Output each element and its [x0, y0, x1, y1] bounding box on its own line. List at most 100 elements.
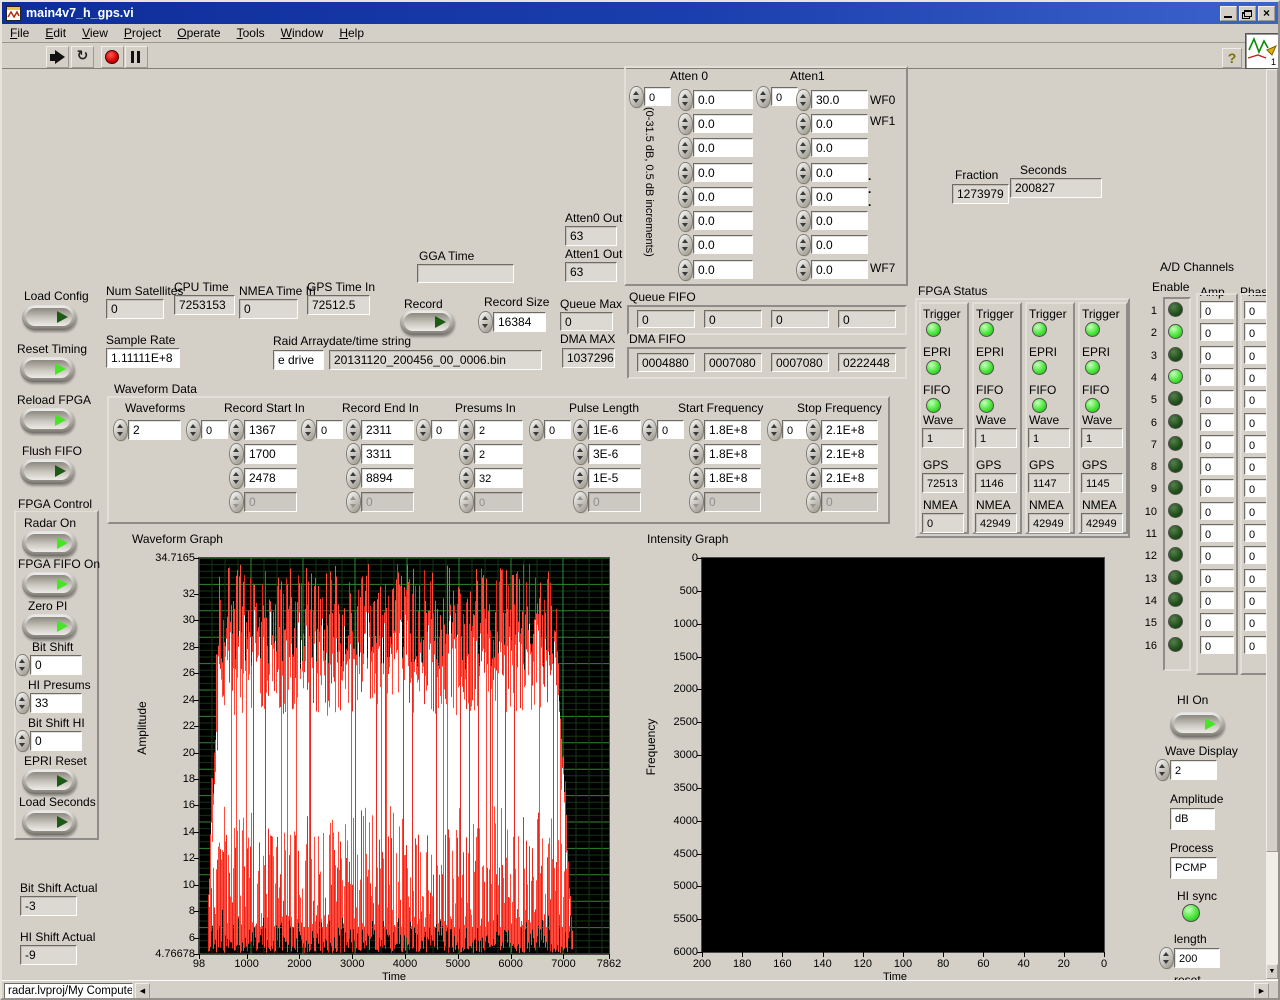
spinner[interactable] [347, 492, 360, 512]
record-end-in-field[interactable]: 8894 [361, 468, 414, 488]
amp-field[interactable]: 0 [1200, 635, 1234, 654]
scroll-right-icon[interactable]: ▶ [1254, 983, 1269, 998]
spinner[interactable] [797, 114, 810, 134]
amp-field[interactable]: 0 [1200, 546, 1234, 565]
epri-reset-button[interactable] [22, 769, 76, 794]
record-button[interactable] [400, 310, 454, 335]
spinner[interactable] [807, 468, 820, 488]
hi-on-button[interactable] [1170, 712, 1224, 737]
restore-button[interactable] [1239, 5, 1256, 21]
atten1-value-field[interactable]: 0.0 [811, 163, 868, 182]
atten1-value-field[interactable]: 0.0 [811, 138, 868, 157]
amp-field[interactable]: 0 [1200, 345, 1234, 364]
amp-field[interactable]: 0 [1200, 367, 1234, 386]
spinner[interactable] [574, 468, 587, 488]
atten0-index-field[interactable]: 0 [644, 87, 671, 106]
atten0-value-field[interactable]: 0.0 [693, 235, 753, 254]
help-icon[interactable]: ? [1222, 48, 1242, 68]
fpga-fifo-on-button[interactable] [22, 572, 76, 597]
spinner[interactable] [679, 138, 692, 158]
atten1-index-field[interactable]: 0 [771, 87, 798, 106]
amp-field[interactable]: 0 [1200, 524, 1234, 542]
pulse-length-field[interactable]: 1E-5 [588, 468, 641, 488]
spinner[interactable] [797, 163, 810, 183]
spinner[interactable] [460, 420, 473, 440]
stop-frequency-field[interactable]: 2.1E+8 [821, 468, 878, 488]
record-start-in-field[interactable]: 1700 [244, 444, 297, 464]
spinner[interactable] [643, 420, 656, 440]
presums-in-index-field[interactable]: 0 [431, 420, 458, 439]
menu-item-file[interactable]: File [2, 24, 37, 42]
bit-shift-field[interactable]: 0 [30, 655, 82, 675]
scroll-down-icon[interactable]: ▼ [1266, 964, 1278, 979]
spinner[interactable] [679, 235, 692, 255]
spinner[interactable] [679, 211, 692, 231]
atten1-value-field[interactable]: 0.0 [811, 260, 868, 279]
atten0-value-field[interactable]: 0.0 [693, 187, 753, 206]
spinner[interactable] [230, 420, 243, 440]
spinner[interactable] [1156, 760, 1169, 780]
stop-frequency-field[interactable]: 2.1E+8 [821, 420, 878, 440]
close-button[interactable]: × [1258, 5, 1275, 21]
bit-shift-hi-field[interactable]: 0 [30, 731, 82, 751]
spinner[interactable] [679, 90, 692, 110]
amp-field[interactable]: 0 [1200, 568, 1234, 587]
spinner[interactable] [460, 468, 473, 488]
spinner[interactable] [16, 731, 29, 751]
reload-fpga-button[interactable] [20, 408, 74, 433]
spinner[interactable] [679, 260, 692, 280]
labview-logo-icon[interactable]: 1 [1245, 33, 1278, 69]
spinner[interactable] [16, 655, 29, 675]
atten1-value-field[interactable]: 30.0 [811, 90, 868, 109]
record-end-in-field[interactable]: 3311 [361, 444, 414, 464]
raid-array-field[interactable]: e drive [273, 350, 324, 370]
presums-in-field[interactable]: 2 [474, 420, 523, 440]
spinner[interactable] [574, 444, 587, 464]
stop-frequency-field[interactable]: 2.1E+8 [821, 444, 878, 464]
abort-icon[interactable] [101, 46, 124, 68]
spinner[interactable] [347, 444, 360, 464]
spinner[interactable] [530, 420, 543, 440]
atten0-value-field[interactable]: 0.0 [693, 260, 753, 279]
amp-field[interactable]: 0 [1200, 501, 1234, 520]
atten1-value-field[interactable]: 0.0 [811, 114, 868, 133]
load-seconds-button[interactable] [22, 810, 76, 835]
spinner[interactable] [230, 468, 243, 488]
spinner[interactable] [574, 420, 587, 440]
amp-field[interactable]: 0 [1200, 412, 1234, 431]
spinner[interactable] [417, 420, 430, 440]
amp-field[interactable]: 0 [1200, 434, 1234, 453]
menu-item-project[interactable]: Project [116, 24, 169, 42]
start-frequency-field[interactable]: 1.8E+8 [704, 444, 761, 464]
record-start-in-field[interactable]: 1367 [244, 420, 297, 440]
record-size-field[interactable]: 16384 [493, 312, 546, 332]
spinner[interactable] [690, 492, 703, 512]
spinner[interactable] [230, 492, 243, 512]
amp-field[interactable]: 0 [1200, 301, 1234, 319]
process-select[interactable]: PCMP [1170, 857, 1217, 879]
spinner[interactable] [807, 420, 820, 440]
record-start-in-field[interactable]: 2478 [244, 468, 297, 488]
spinner[interactable] [690, 468, 703, 488]
spinner[interactable] [347, 468, 360, 488]
reset-timing-button[interactable] [20, 357, 74, 382]
spinner[interactable] [807, 492, 820, 512]
spinner[interactable] [479, 312, 492, 332]
presums-in-field[interactable]: 32 [474, 468, 523, 488]
amp-field[interactable]: 0 [1200, 323, 1234, 342]
spinner[interactable] [347, 420, 360, 440]
radar-on-button[interactable] [22, 531, 76, 556]
vertical-scrollbar-thumb[interactable] [1266, 69, 1278, 852]
amp-field[interactable]: 0 [1200, 613, 1234, 632]
menu-item-edit[interactable]: Edit [37, 24, 74, 42]
record-end-in-index-field[interactable]: 0 [316, 420, 343, 439]
atten0-value-field[interactable]: 0.0 [693, 138, 753, 157]
spinner[interactable] [797, 187, 810, 207]
spinner[interactable] [1160, 948, 1173, 968]
menu-item-help[interactable]: Help [331, 24, 372, 42]
amp-field[interactable]: 0 [1200, 457, 1234, 476]
amplitude-select[interactable]: dB [1170, 808, 1215, 830]
spinner[interactable] [187, 420, 200, 440]
start-frequency-field[interactable]: 1.8E+8 [704, 420, 761, 440]
amp-field[interactable]: 0 [1200, 390, 1234, 409]
